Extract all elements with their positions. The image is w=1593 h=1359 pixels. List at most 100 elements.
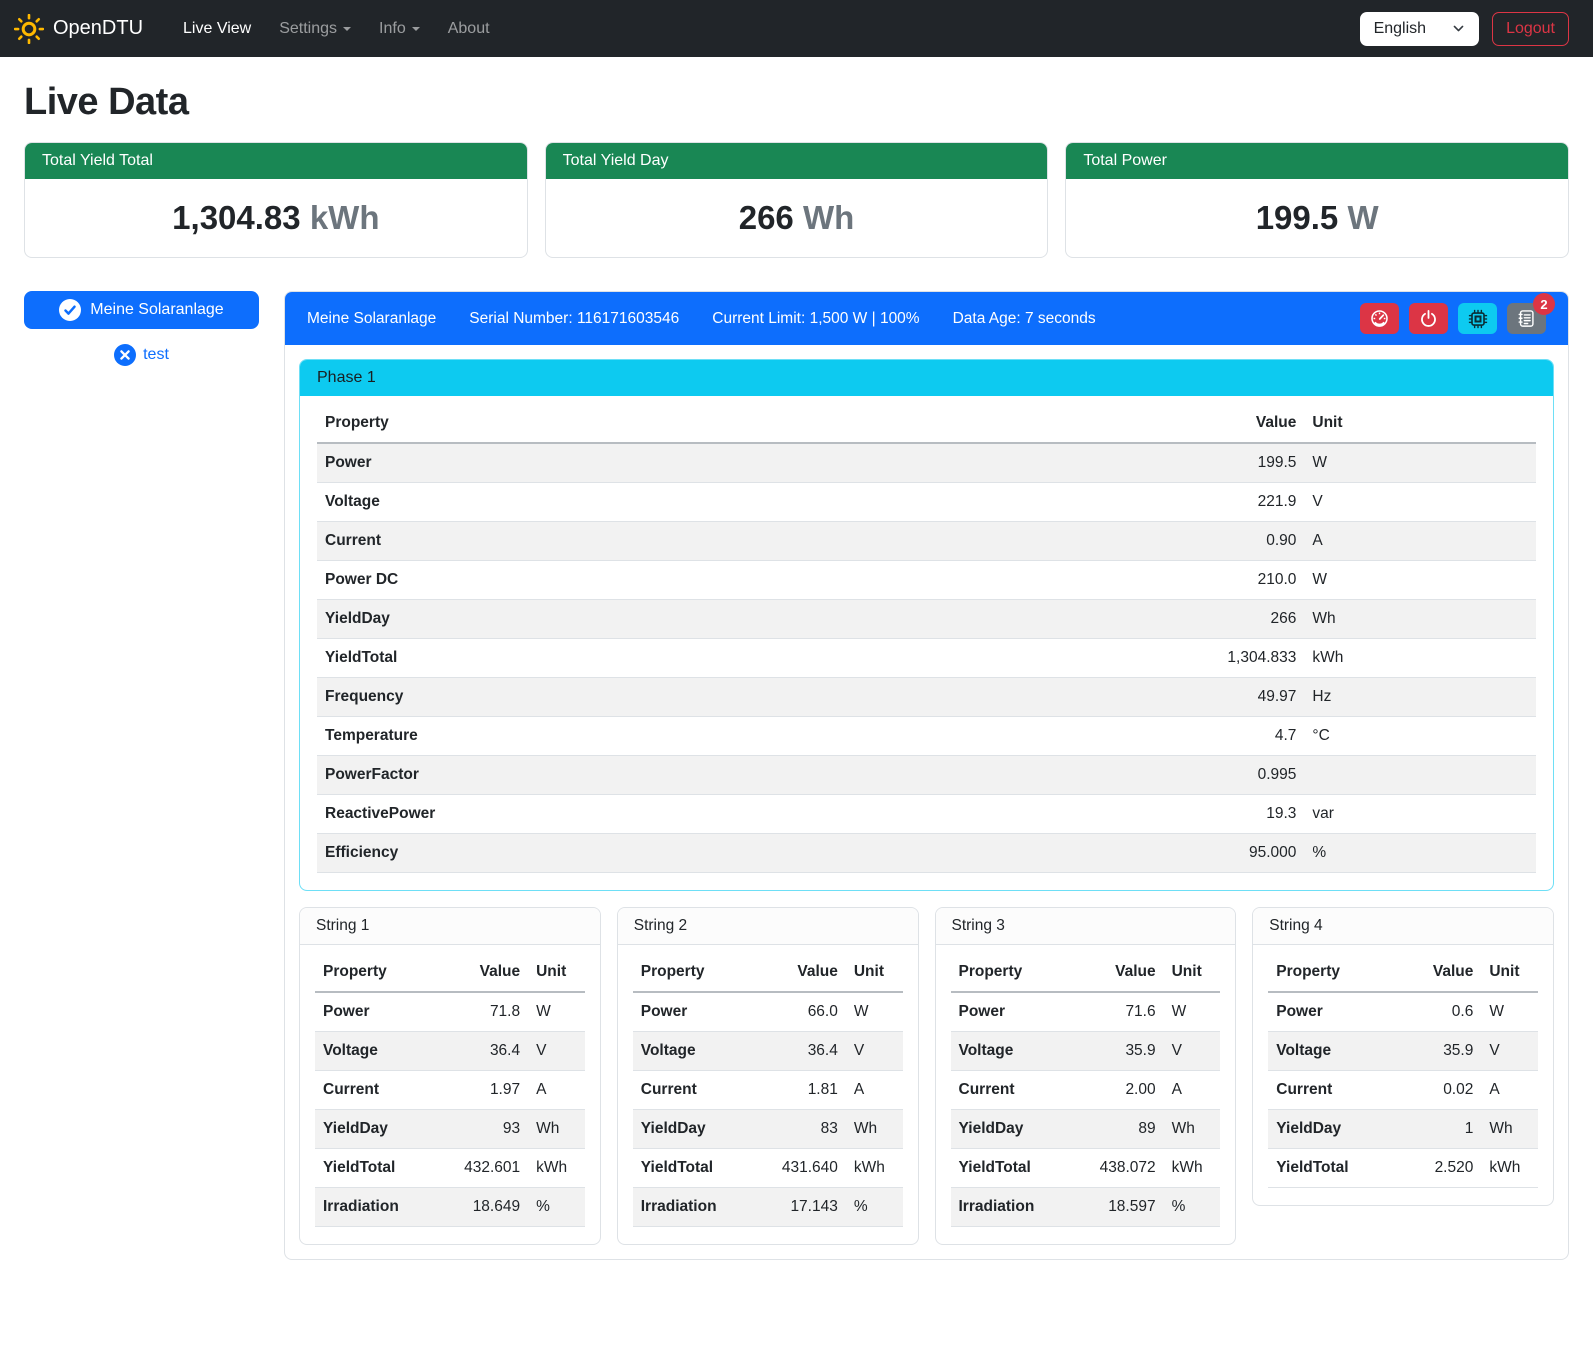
column-header-value: Value (1398, 953, 1482, 992)
power-button[interactable] (1409, 303, 1448, 334)
property-cell: Efficiency (317, 834, 1122, 873)
property-cell: Power (951, 992, 1081, 1032)
total-yield-total-card: Total Yield Total 1,304.83 kWh (24, 142, 528, 258)
unit-cell: kWh (1164, 1149, 1221, 1188)
nav-item-settings[interactable]: Settings (265, 12, 365, 46)
logout-button[interactable]: Logout (1492, 12, 1569, 46)
string-4-table: Property Value Unit Power0.6WVoltage35.9… (1268, 953, 1538, 1188)
table-row: YieldDay89Wh (951, 1110, 1221, 1149)
table-row: YieldDay83Wh (633, 1110, 903, 1149)
unit-cell: kWh (846, 1149, 903, 1188)
property-cell: Irradiation (951, 1188, 1081, 1227)
column-header-unit: Unit (846, 953, 903, 992)
navbar: OpenDTU Live View Settings Info About En… (0, 0, 1593, 57)
string-title: String 1 (300, 908, 600, 945)
cpu-icon (1468, 309, 1488, 329)
nav-item-about[interactable]: About (434, 12, 504, 46)
event-log-button[interactable]: 2 (1507, 303, 1546, 334)
summary-cards: Total Yield Total 1,304.83 kWh Total Yie… (24, 142, 1569, 258)
language-select[interactable]: English (1360, 12, 1479, 46)
property-cell: YieldTotal (315, 1149, 445, 1188)
string-1-table: Property Value Unit Power71.8WVoltage36.… (315, 953, 585, 1227)
table-row: Voltage36.4V (315, 1032, 585, 1071)
total-power-card: Total Power 199.5 W (1065, 142, 1569, 258)
table-row: YieldDay1Wh (1268, 1110, 1538, 1149)
column-header-unit: Unit (1164, 953, 1221, 992)
unit-cell: var (1304, 795, 1536, 834)
property-cell: PowerFactor (317, 756, 1122, 795)
value-cell: 1 (1398, 1110, 1482, 1149)
card-title: Total Power (1066, 143, 1568, 179)
unit-cell: Hz (1304, 678, 1536, 717)
value-cell: 221.9 (1122, 483, 1305, 522)
value-cell: 89 (1080, 1110, 1164, 1149)
brand-link[interactable]: OpenDTU (14, 14, 143, 44)
table-row: Current2.00A (951, 1071, 1221, 1110)
string-title: String 4 (1253, 908, 1553, 945)
value-cell: 71.6 (1080, 992, 1164, 1032)
table-row: Power71.6W (951, 992, 1221, 1032)
value-cell: 0.6 (1398, 992, 1482, 1032)
table-row: Frequency49.97Hz (317, 678, 1536, 717)
limit-settings-button[interactable] (1360, 303, 1399, 334)
string-2-card: String 2 Property Value Unit (617, 907, 919, 1245)
unit-cell: V (528, 1032, 585, 1071)
device-info-button[interactable] (1458, 303, 1497, 334)
table-row: YieldTotal1,304.833kWh (317, 639, 1536, 678)
unit-cell: V (1481, 1032, 1538, 1071)
column-header-unit: Unit (1481, 953, 1538, 992)
property-cell: Power (1268, 992, 1398, 1032)
property-cell: Current (633, 1071, 763, 1110)
property-cell: Power (317, 443, 1122, 483)
column-header-unit: Unit (528, 953, 585, 992)
property-cell: YieldTotal (317, 639, 1122, 678)
property-cell: Temperature (317, 717, 1122, 756)
unit-cell: A (1164, 1071, 1221, 1110)
unit-cell: °C (1304, 717, 1536, 756)
unit-cell: W (1164, 992, 1221, 1032)
value-cell: 1.97 (445, 1071, 529, 1110)
table-row: Voltage36.4V (633, 1032, 903, 1071)
value-cell: 71.8 (445, 992, 529, 1032)
nav-item-info[interactable]: Info (365, 12, 434, 46)
property-cell: Voltage (315, 1032, 445, 1071)
value-cell: 36.4 (762, 1032, 846, 1071)
column-header-property: Property (951, 953, 1081, 992)
value-cell: 0.995 (1122, 756, 1305, 795)
property-cell: Voltage (1268, 1032, 1398, 1071)
column-header-value: Value (1122, 404, 1305, 443)
table-row: Power66.0W (633, 992, 903, 1032)
table-row: Voltage35.9V (951, 1032, 1221, 1071)
inverter-actions: 2 (1360, 303, 1546, 334)
table-row: YieldTotal431.640kWh (633, 1149, 903, 1188)
value-cell: 18.649 (445, 1188, 529, 1227)
property-cell: Irradiation (315, 1188, 445, 1227)
unit-cell: Wh (528, 1110, 585, 1149)
page-title: Live Data (24, 81, 1569, 124)
table-row: Efficiency95.000% (317, 834, 1536, 873)
property-cell: Power DC (317, 561, 1122, 600)
card-value: 199.5 W (1066, 179, 1568, 257)
property-cell: Irradiation (633, 1188, 763, 1227)
value-cell: 35.9 (1398, 1032, 1482, 1071)
inverter-data-age: Data Age: 7 seconds (953, 310, 1096, 328)
nav-item-live-view[interactable]: Live View (169, 12, 265, 46)
unit-cell: A (846, 1071, 903, 1110)
table-row: ReactivePower19.3var (317, 795, 1536, 834)
property-cell: Power (633, 992, 763, 1032)
selected-inverter-button[interactable]: Meine Solaranlage (24, 291, 259, 329)
card-title: Total Yield Day (546, 143, 1048, 179)
value-cell: 432.601 (445, 1149, 529, 1188)
strings-row: String 1 Property Value Unit (299, 907, 1554, 1245)
table-row: Power199.5W (317, 443, 1536, 483)
property-cell: Voltage (633, 1032, 763, 1071)
unit-cell: A (528, 1071, 585, 1110)
unit-cell: A (1304, 522, 1536, 561)
card-value: 1,304.83 kWh (25, 179, 527, 257)
value-cell: 438.072 (1080, 1149, 1164, 1188)
table-row: Temperature4.7°C (317, 717, 1536, 756)
table-row: Power71.8W (315, 992, 585, 1032)
unit-cell: W (528, 992, 585, 1032)
value-cell: 36.4 (445, 1032, 529, 1071)
inverter-item-test[interactable]: test (24, 344, 259, 366)
